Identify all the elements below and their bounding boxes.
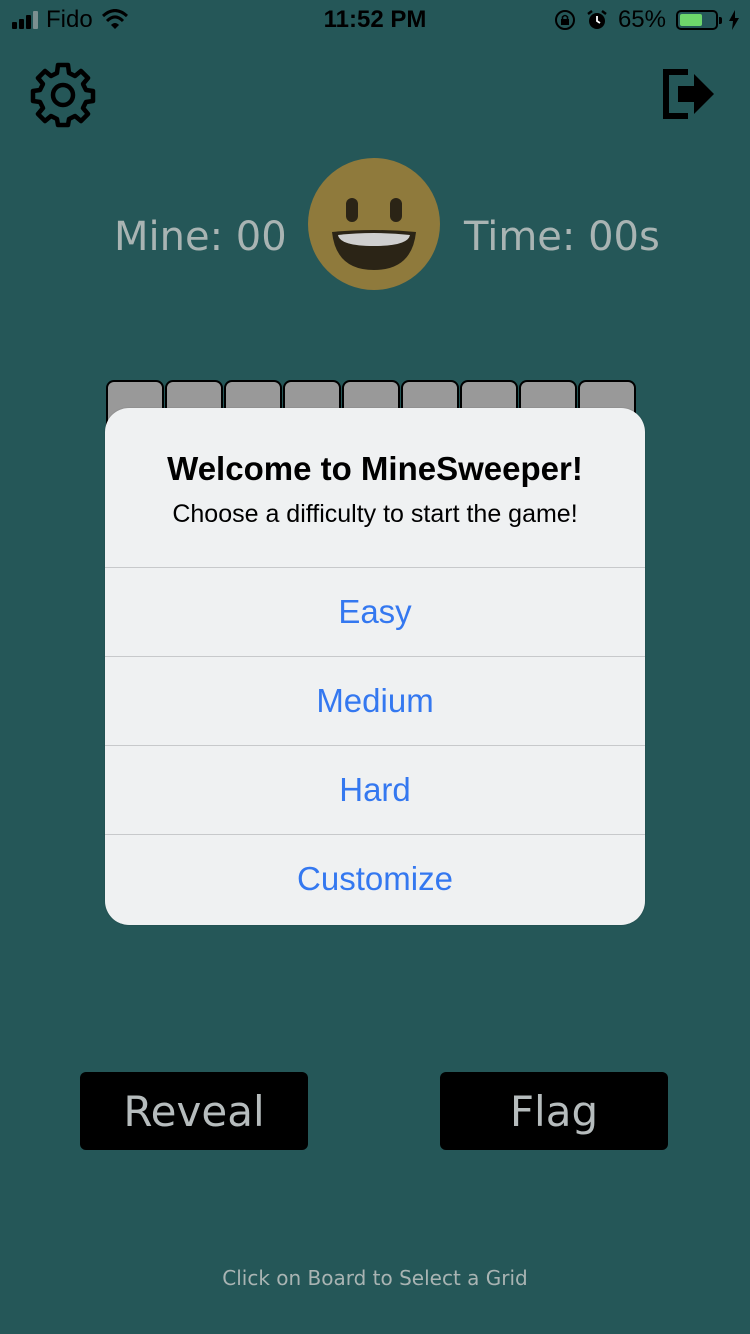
smiley-face-button[interactable] — [308, 158, 440, 290]
dialog-message: Choose a difficulty to start the game! — [172, 500, 578, 528]
flag-button[interactable]: Flag — [440, 1072, 668, 1150]
difficulty-option-medium[interactable]: Medium — [105, 657, 645, 746]
gear-icon — [30, 62, 96, 128]
hint-text: Click on Board to Select a Grid — [222, 1266, 528, 1290]
difficulty-option-easy[interactable]: Easy — [105, 568, 645, 657]
status-bar: Fido 11:52 PM 65% — [0, 0, 750, 40]
settings-button[interactable] — [30, 62, 96, 128]
time-counter: Time: 00s — [464, 214, 660, 260]
difficulty-option-hard[interactable]: Hard — [105, 746, 645, 835]
dialog-title: Welcome to MineSweeper! — [167, 450, 583, 487]
mine-counter: Mine: 00 — [114, 214, 287, 260]
smiley-face-icon — [308, 158, 440, 290]
dialog-header: Welcome to MineSweeper! Choose a difficu… — [105, 408, 645, 568]
exit-icon — [663, 69, 714, 119]
difficulty-dialog: Welcome to MineSweeper! Choose a difficu… — [105, 408, 645, 925]
battery-percent: 65% — [617, 6, 666, 33]
charging-icon — [729, 10, 739, 30]
reveal-button[interactable]: Reveal — [80, 1072, 308, 1150]
exit-button[interactable] — [662, 68, 718, 120]
alarm-icon — [587, 10, 607, 29]
status-right: 65% — [554, 6, 740, 34]
battery-icon — [676, 10, 722, 30]
difficulty-option-customize[interactable]: Customize — [105, 835, 645, 923]
orientation-lock-icon — [554, 10, 575, 30]
battery-level — [680, 14, 703, 26]
